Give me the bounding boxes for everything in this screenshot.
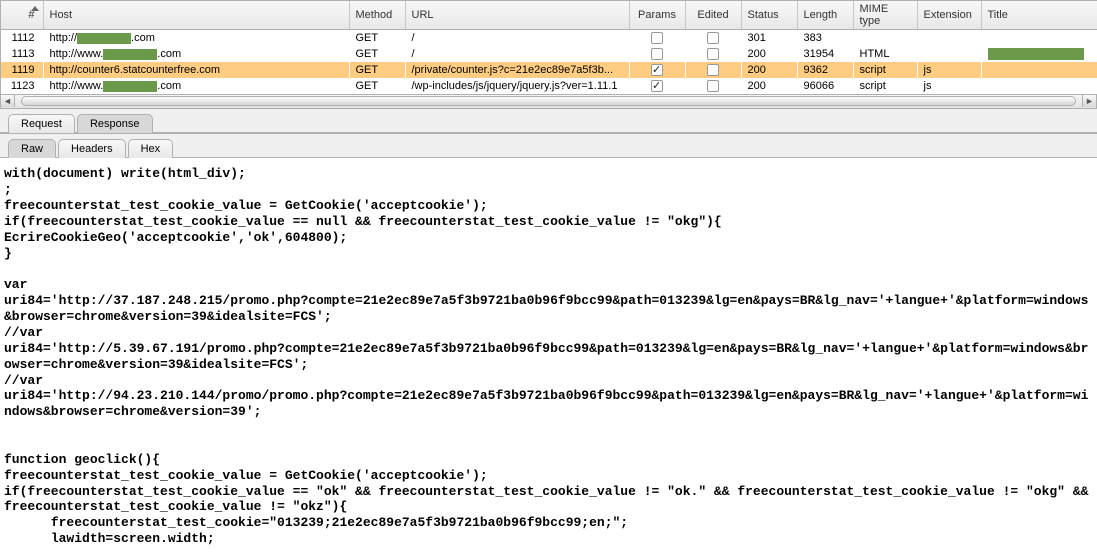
cell-params — [629, 62, 685, 78]
col-params-header[interactable]: Params — [629, 1, 685, 30]
cell-edited — [685, 30, 741, 47]
tab-hex[interactable]: Hex — [128, 139, 174, 158]
cell-ext — [917, 30, 981, 47]
cell-length: 31954 — [797, 46, 853, 62]
cell-edited — [685, 62, 741, 78]
params-checkbox — [651, 64, 663, 76]
col-title-header[interactable]: Title — [981, 1, 1097, 30]
tab-raw[interactable]: Raw — [8, 139, 56, 158]
col-edited-header[interactable]: Edited — [685, 1, 741, 30]
cell-mime: script — [853, 62, 917, 78]
col-ext-header[interactable]: Extension — [917, 1, 981, 30]
col-host-header[interactable]: Host — [43, 1, 349, 30]
col-num-header[interactable]: # — [1, 1, 43, 30]
cell-method: GET — [349, 62, 405, 78]
tab-response[interactable]: Response — [77, 114, 153, 133]
edited-checkbox — [707, 48, 719, 60]
cell-url: /private/counter.js?c=21e2ec89e7a5f3b... — [405, 62, 629, 78]
cell-status: 200 — [741, 62, 797, 78]
table-row[interactable]: 1112http://.comGET/ 301383 — [1, 30, 1097, 47]
table-row[interactable]: 1123http://www..comGET/wp-includes/js/jq… — [1, 78, 1097, 94]
cell-title — [981, 46, 1097, 62]
cell-title — [981, 78, 1097, 94]
redacted-host-icon — [103, 81, 157, 92]
cell-num: 1112 — [1, 30, 43, 47]
cell-mime — [853, 30, 917, 47]
cell-num: 1113 — [1, 46, 43, 62]
table-row[interactable]: 1119http://counter6.statcounterfree.comG… — [1, 62, 1097, 78]
scroll-thumb[interactable] — [21, 96, 1076, 106]
cell-mime: script — [853, 78, 917, 94]
cell-title — [981, 62, 1097, 78]
col-url-header[interactable]: URL — [405, 1, 629, 30]
cell-length: 96066 — [797, 78, 853, 94]
cell-params — [629, 46, 685, 62]
edited-checkbox — [707, 64, 719, 76]
col-status-header[interactable]: Status — [741, 1, 797, 30]
cell-method: GET — [349, 78, 405, 94]
sort-asc-icon — [31, 6, 39, 11]
redacted-title-icon — [988, 48, 1084, 60]
cell-url: / — [405, 46, 629, 62]
cell-status: 200 — [741, 46, 797, 62]
cell-ext: js — [917, 62, 981, 78]
params-checkbox — [651, 80, 663, 92]
http-history-table: # Host Method URL Params Edited Status L… — [0, 0, 1097, 95]
table-header-row: # Host Method URL Params Edited Status L… — [1, 1, 1097, 30]
cell-edited — [685, 78, 741, 94]
cell-host: http://counter6.statcounterfree.com — [43, 62, 349, 78]
col-length-header[interactable]: Length — [797, 1, 853, 30]
cell-length: 9362 — [797, 62, 853, 78]
cell-status: 200 — [741, 78, 797, 94]
cell-num: 1123 — [1, 78, 43, 94]
cell-num: 1119 — [1, 62, 43, 78]
table-row[interactable]: 1113http://www..comGET/ 20031954HTML — [1, 46, 1097, 62]
request-response-tabbar: RequestResponse — [0, 109, 1097, 133]
edited-checkbox — [707, 32, 719, 44]
cell-params — [629, 78, 685, 94]
redacted-host-icon — [77, 33, 131, 44]
params-checkbox — [651, 48, 663, 60]
edited-checkbox — [707, 80, 719, 92]
cell-url: /wp-includes/js/jquery/jquery.js?ver=1.1… — [405, 78, 629, 94]
scroll-left-arrow-icon[interactable]: ◄ — [1, 95, 15, 107]
cell-host: http://www..com — [43, 46, 349, 62]
cell-host: http://www..com — [43, 78, 349, 94]
view-mode-tabbar: RawHeadersHex — [0, 133, 1097, 158]
tab-headers[interactable]: Headers — [58, 139, 126, 158]
cell-params — [629, 30, 685, 47]
cell-host: http://.com — [43, 30, 349, 47]
horizontal-scrollbar[interactable]: ◄ ► — [0, 95, 1097, 109]
cell-edited — [685, 46, 741, 62]
redacted-host-icon — [103, 49, 157, 60]
cell-ext: js — [917, 78, 981, 94]
cell-title — [981, 30, 1097, 47]
cell-url: / — [405, 30, 629, 47]
cell-method: GET — [349, 30, 405, 47]
cell-status: 301 — [741, 30, 797, 47]
scroll-right-arrow-icon[interactable]: ► — [1082, 95, 1096, 107]
tab-request[interactable]: Request — [8, 114, 75, 133]
cell-length: 383 — [797, 30, 853, 47]
cell-method: GET — [349, 46, 405, 62]
response-raw-body[interactable]: with(document) write(html_div); ; freeco… — [0, 158, 1097, 555]
col-method-header[interactable]: Method — [349, 1, 405, 30]
cell-mime: HTML — [853, 46, 917, 62]
col-mime-header[interactable]: MIME type — [853, 1, 917, 30]
params-checkbox — [651, 32, 663, 44]
cell-ext — [917, 46, 981, 62]
